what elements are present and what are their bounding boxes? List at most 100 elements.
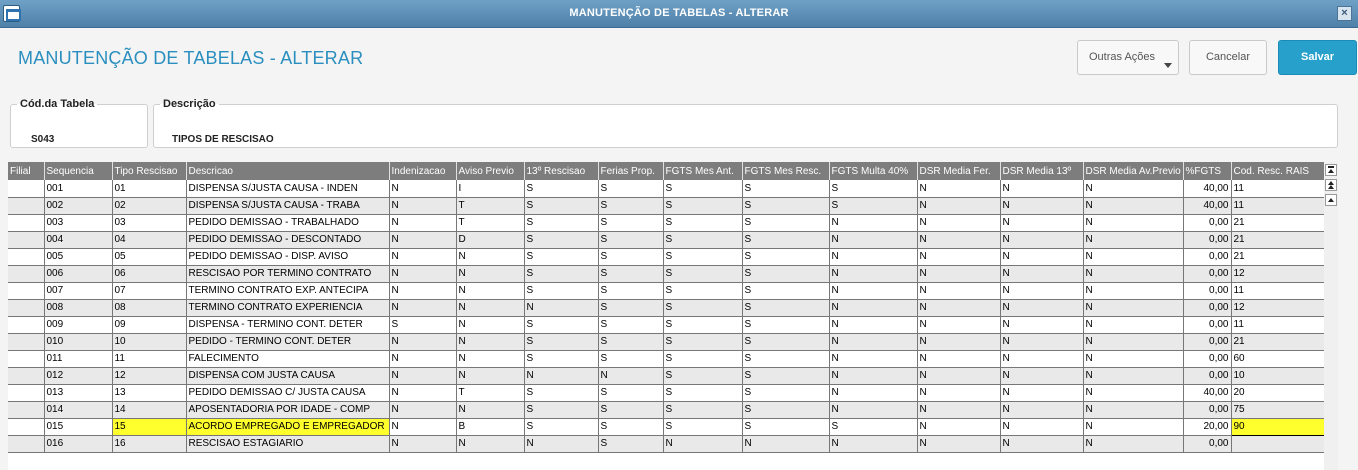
table-cell[interactable]: N [1083,350,1184,368]
table-row[interactable]: 016 16 RESCISAO ESTAGIARIO N N N S N N N N N N 0,00 [8,435,1324,453]
table-row[interactable]: 003 03 PEDIDO DEMISSAO - TRABALHADO N T S S S S N… [8,214,1324,232]
table-cell[interactable]: N [524,299,599,317]
table-cell[interactable]: TERMINO CONTRATO EXPERIENCIA [186,299,390,317]
table-cell[interactable]: 11 [112,350,187,368]
table-cell[interactable]: 21 [1231,333,1324,351]
table-cell[interactable]: S [663,197,743,215]
table-cell[interactable]: N [1083,248,1184,266]
table-cell[interactable]: 01 [112,180,187,198]
table-cell[interactable]: 015 [44,418,113,436]
table-cell[interactable]: S [742,197,830,215]
table-cell[interactable]: S [524,418,599,436]
table-cell[interactable]: N [829,350,918,368]
table-cell[interactable]: N [524,367,599,385]
table-cell[interactable]: 13 [112,384,187,402]
table-cell[interactable] [8,367,45,385]
table-cell[interactable]: S [663,316,743,334]
table-cell[interactable]: S [598,435,664,453]
table-cell[interactable]: N [829,214,918,232]
column-header[interactable]: Sequencia [44,162,113,180]
table-cell[interactable] [8,214,45,232]
table-cell[interactable]: S [742,214,830,232]
table-cell[interactable]: S [742,401,830,419]
table-cell[interactable]: N [917,367,1001,385]
table-cell[interactable]: 11 [1231,316,1324,334]
table-cell[interactable]: N [389,418,457,436]
table-cell[interactable]: S [742,282,830,300]
table-cell[interactable]: S [524,401,599,419]
table-cell[interactable]: S [524,197,599,215]
table-cell[interactable]: N [829,367,918,385]
table-cell[interactable] [8,265,45,283]
table-cell[interactable]: 0,00 [1183,435,1232,453]
table-cell[interactable]: S [742,248,830,266]
table-cell[interactable]: 0,00 [1183,367,1232,385]
table-cell[interactable]: N [1083,435,1184,453]
table-cell[interactable]: S [663,248,743,266]
table-cell[interactable]: S [663,299,743,317]
table-cell[interactable]: N [917,316,1001,334]
table-cell[interactable]: D [456,231,525,249]
table-cell[interactable]: S [524,265,599,283]
table-cell[interactable]: N [917,435,1001,453]
table-cell[interactable]: S [829,180,918,198]
table-cell[interactable]: N [1083,367,1184,385]
table-cell[interactable]: N [1083,231,1184,249]
table-cell[interactable]: N [829,231,918,249]
table-cell[interactable]: S [598,401,664,419]
table-cell[interactable]: 009 [44,316,113,334]
table-cell[interactable]: 0,00 [1183,248,1232,266]
table-cell[interactable]: S [742,231,830,249]
table-cell[interactable]: N [1000,333,1084,351]
table-cell[interactable] [8,231,45,249]
table-cell[interactable]: N [389,384,457,402]
table-cell[interactable]: S [389,316,457,334]
column-header[interactable]: Indenizacao [389,162,457,180]
table-cell[interactable]: S [524,214,599,232]
table-row[interactable]: 010 10 PEDIDO - TERMINO CONT. DETER N N S S S S N… [8,333,1324,351]
table-cell[interactable] [8,316,45,334]
table-cell[interactable]: N [829,265,918,283]
outras-acoes-button[interactable]: Outras Ações [1077,40,1179,75]
table-cell[interactable]: N [456,333,525,351]
table-cell[interactable] [1231,435,1324,453]
table-cell[interactable]: 11 [1231,180,1324,198]
table-cell[interactable]: 02 [112,197,187,215]
table-cell[interactable]: 75 [1231,401,1324,419]
table-cell[interactable]: N [917,180,1001,198]
table-cell[interactable]: S [598,333,664,351]
table-cell[interactable] [8,299,45,317]
table-cell[interactable]: N [1000,350,1084,368]
table-cell[interactable]: S [663,180,743,198]
scroll-page-up-icon[interactable] [1325,179,1337,191]
table-cell[interactable]: B [456,418,525,436]
table-cell[interactable]: S [829,197,918,215]
table-row[interactable]: 009 09 DISPENSA - TERMINO CONT. DETER S N S S S… [8,316,1324,334]
table-cell[interactable]: 09 [112,316,187,334]
table-cell[interactable]: N [389,367,457,385]
table-cell[interactable]: 14 [112,401,187,419]
table-cell[interactable]: T [456,197,525,215]
table-cell[interactable]: 0,00 [1183,282,1232,300]
table-cell[interactable]: S [663,401,743,419]
table-cell[interactable]: S [598,197,664,215]
column-header[interactable]: Descricao [186,162,390,180]
table-cell[interactable]: 11 [1231,197,1324,215]
table-cell[interactable]: DISPENSA S/JUSTA CAUSA - INDEN [186,180,390,198]
table-cell[interactable] [8,333,45,351]
table-cell[interactable]: 0,00 [1183,231,1232,249]
table-cell[interactable]: N [742,435,830,453]
table-cell[interactable]: 40,00 [1183,384,1232,402]
scroll-top-icon[interactable] [1325,164,1337,176]
column-header[interactable]: 13º Rescisao [524,162,599,180]
table-cell[interactable]: 0,00 [1183,214,1232,232]
table-cell[interactable]: 013 [44,384,113,402]
table-cell[interactable]: S [524,384,599,402]
table-cell[interactable]: N [524,435,599,453]
table-cell[interactable] [8,180,45,198]
table-cell[interactable]: N [917,333,1001,351]
table-cell[interactable]: N [389,299,457,317]
table-cell[interactable]: S [598,350,664,368]
table-cell[interactable]: N [456,248,525,266]
table-cell[interactable]: N [917,418,1001,436]
